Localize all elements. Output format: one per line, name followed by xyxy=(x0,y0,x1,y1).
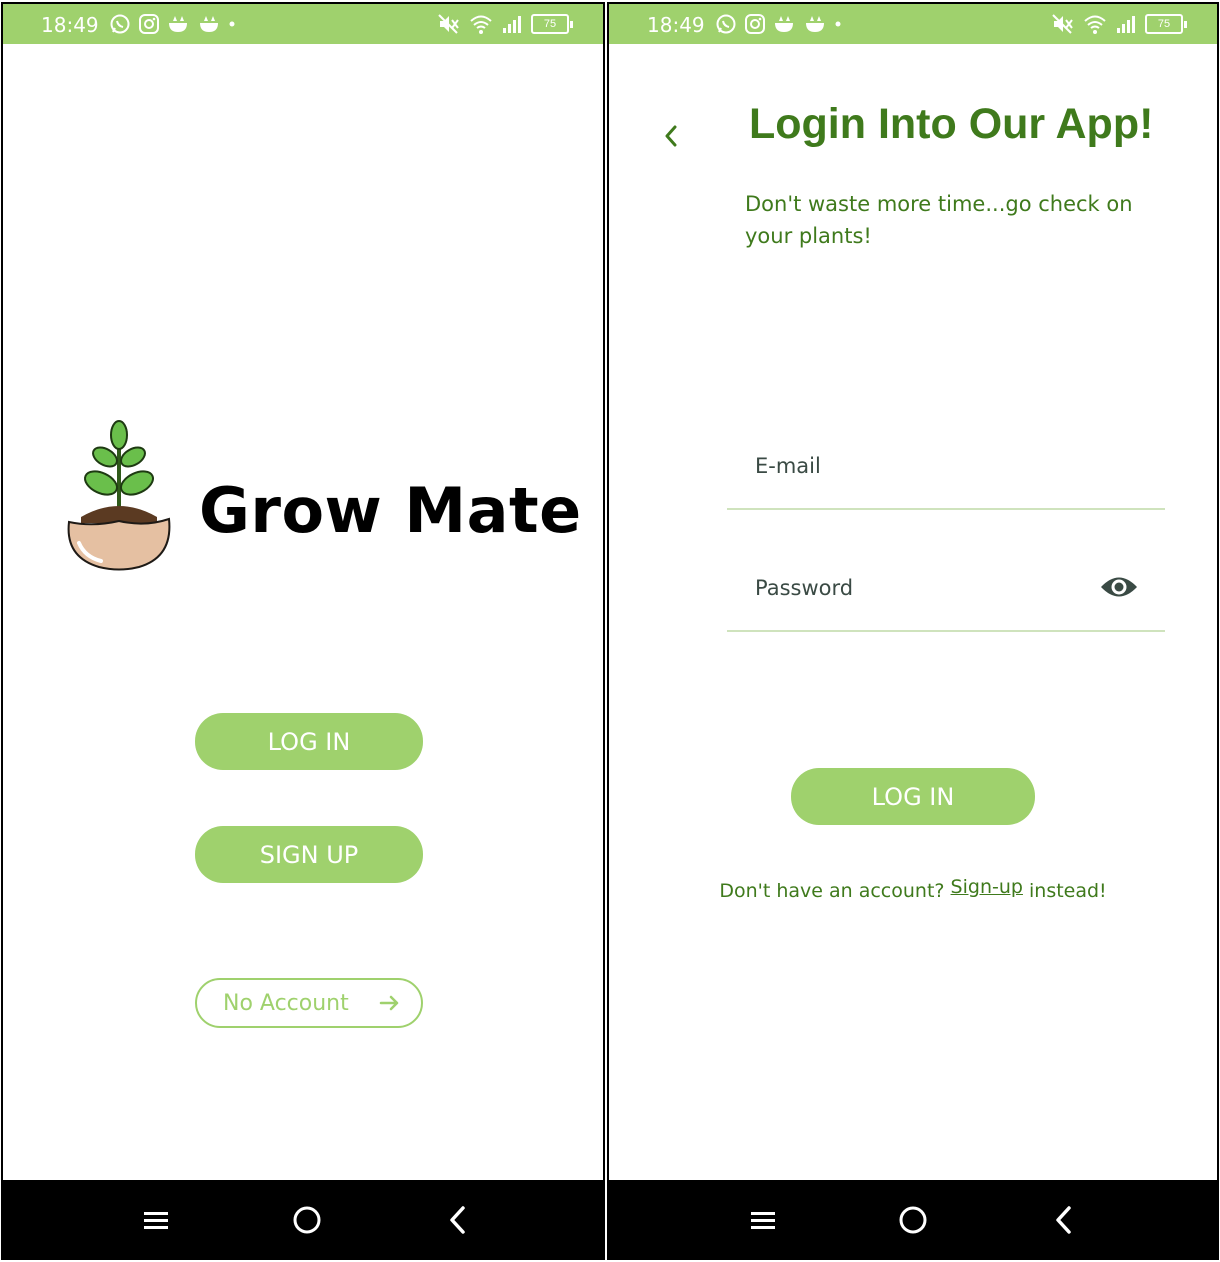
wifi-icon xyxy=(470,15,492,34)
no-account-label: No Account xyxy=(223,990,349,1016)
back-icon[interactable] xyxy=(1044,1200,1084,1240)
email-underline xyxy=(727,508,1165,510)
dot-icon xyxy=(229,21,235,27)
signup-link[interactable]: Sign-up xyxy=(951,876,1023,898)
no-account-button[interactable]: No Account xyxy=(195,978,423,1028)
signup-prompt-prefix: Don't have an account? xyxy=(719,880,951,902)
cat-notification-icon xyxy=(200,16,218,32)
battery-icon: 75 xyxy=(531,14,573,34)
instagram-icon xyxy=(139,14,159,34)
home-icon[interactable] xyxy=(893,1200,933,1240)
mute-icon xyxy=(438,14,459,34)
status-time: 18:49 xyxy=(41,13,99,37)
cat-notification-icon xyxy=(775,16,793,32)
whatsapp-icon xyxy=(716,14,736,34)
cat-notification-icon xyxy=(169,16,187,32)
eye-icon[interactable] xyxy=(1099,572,1139,602)
page-subtitle: Don't waste more time...go check on your… xyxy=(745,192,1133,248)
back-icon[interactable] xyxy=(438,1200,478,1240)
login-screen: 18:49 75 Login Into Our App! Don't waste… xyxy=(607,2,1219,1260)
email-field[interactable]: E-mail xyxy=(755,454,821,478)
system-icons: 75 xyxy=(437,12,573,36)
login-button[interactable]: LOG IN xyxy=(791,768,1035,825)
arrow-right-icon xyxy=(379,995,399,1011)
menu-icon[interactable] xyxy=(743,1200,783,1240)
signup-button[interactable]: SIGN UP xyxy=(195,826,423,883)
whatsapp-icon xyxy=(110,14,130,34)
plant-pot-logo-icon xyxy=(67,420,171,571)
battery-level: 75 xyxy=(1145,14,1183,34)
chevron-left-icon[interactable] xyxy=(661,122,681,150)
app-name: Grow Mate xyxy=(199,474,582,547)
home-icon[interactable] xyxy=(287,1200,327,1240)
menu-icon[interactable] xyxy=(136,1200,176,1240)
signup-prompt: Don't have an account? Sign-up instead! xyxy=(609,876,1217,902)
notification-icons xyxy=(109,12,235,36)
navigation-bar xyxy=(609,1180,1217,1258)
wifi-icon xyxy=(1084,15,1106,34)
signal-icon xyxy=(503,16,521,33)
status-bar: 18:49 75 xyxy=(3,4,603,44)
login-button[interactable]: LOG IN xyxy=(195,713,423,770)
navigation-bar xyxy=(3,1180,603,1258)
status-bar: 18:49 75 xyxy=(609,4,1217,44)
welcome-screen: 18:49 75 Grow Mate LOG IN SIGN UP No Acc… xyxy=(1,2,605,1260)
password-underline xyxy=(727,630,1165,632)
cat-notification-icon xyxy=(806,16,824,32)
password-field[interactable]: Password xyxy=(755,576,853,600)
page-title: Login Into Our App! xyxy=(749,100,1154,148)
battery-level: 75 xyxy=(531,14,569,34)
dot-icon xyxy=(835,21,841,27)
system-icons: 75 xyxy=(1051,12,1187,36)
signal-icon xyxy=(1117,16,1135,33)
instagram-icon xyxy=(745,14,765,34)
status-time: 18:49 xyxy=(647,13,705,37)
mute-icon xyxy=(1052,14,1073,34)
battery-icon: 75 xyxy=(1145,14,1187,34)
signup-prompt-suffix: instead! xyxy=(1022,880,1107,902)
notification-icons xyxy=(715,12,841,36)
